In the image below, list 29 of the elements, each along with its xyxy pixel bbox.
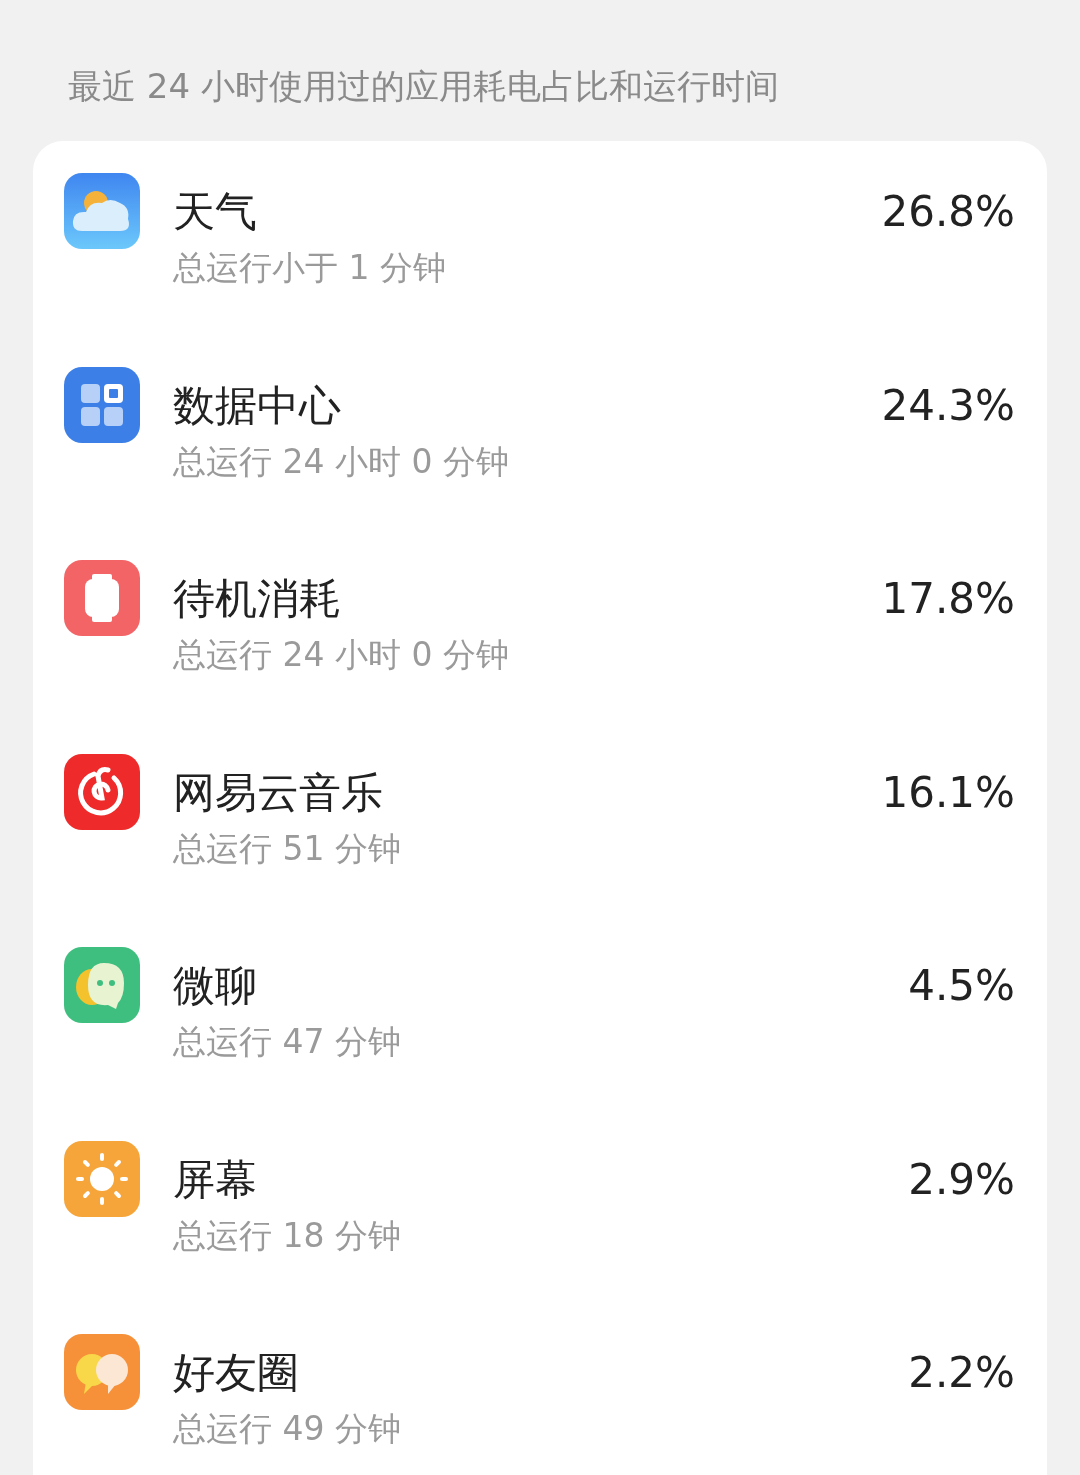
battery-percent: 26.8%	[881, 186, 1015, 238]
runtime-text: 总运行 18 分钟	[173, 1214, 402, 1257]
music-icon	[64, 753, 140, 830]
app-name: 屏幕	[173, 1153, 258, 1206]
app-name: 网易云音乐	[173, 766, 384, 819]
sun-icon	[64, 1140, 140, 1217]
chat-icon	[64, 947, 140, 1023]
runtime-text: 总运行 47 分钟	[173, 1021, 402, 1063]
app-name: 待机消耗	[173, 573, 342, 625]
app-name: 好友圈	[173, 1347, 300, 1399]
battery-percent: 16.1%	[881, 766, 1015, 819]
watch-icon	[64, 560, 140, 636]
runtime-text: 总运行 49 分钟	[173, 1408, 402, 1450]
battery-percent: 17.8%	[881, 573, 1015, 625]
runtime-text: 总运行 24 小时 0 分钟	[173, 634, 510, 676]
section-header: 最近 24 小时使用过的应用耗电占比和运行时间	[67, 65, 780, 108]
battery-percent: 2.2%	[908, 1347, 1015, 1399]
runtime-text: 总运行 24 小时 0 分钟	[173, 440, 510, 483]
grid-icon	[64, 366, 140, 443]
runtime-text: 总运行 51 分钟	[173, 827, 402, 870]
battery-percent: 4.5%	[908, 960, 1015, 1012]
weather-icon	[64, 173, 140, 249]
battery-percent: 24.3%	[881, 379, 1015, 432]
app-name: 天气	[173, 186, 258, 238]
app-name: 数据中心	[173, 379, 342, 432]
battery-percent: 2.9%	[908, 1153, 1015, 1206]
chat-bubbles-icon	[64, 1334, 140, 1410]
runtime-text: 总运行小于 1 分钟	[173, 247, 447, 289]
app-name: 微聊	[173, 960, 258, 1012]
